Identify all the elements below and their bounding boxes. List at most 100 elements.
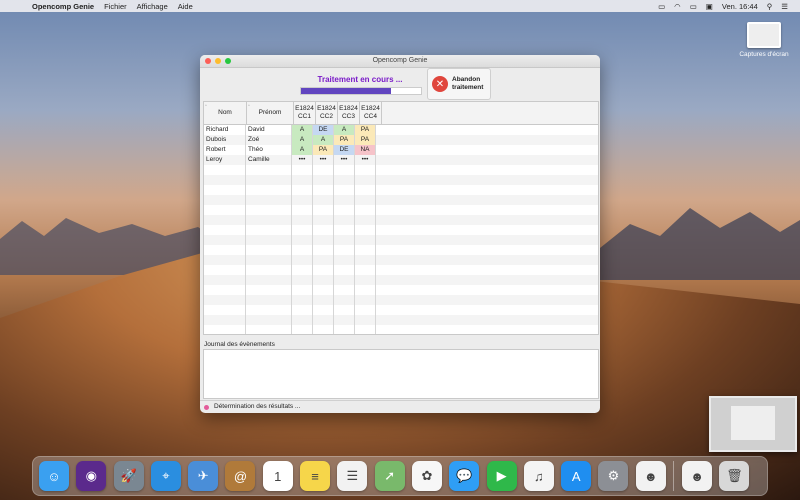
grade-cell[interactable]: A — [334, 125, 355, 135]
airplay-icon[interactable]: ▭ — [658, 2, 665, 11]
cell-nom[interactable]: Dubois — [204, 135, 246, 145]
column-header-prenom[interactable]: ▫ Prénom — [247, 102, 294, 124]
close-window-button[interactable] — [205, 58, 211, 64]
cell-nom[interactable]: Robert — [204, 145, 246, 155]
search-icon[interactable]: ⚲ — [767, 2, 773, 11]
grade-cell[interactable]: ••• — [313, 155, 334, 165]
cell-prenom[interactable]: Zoé — [246, 135, 292, 145]
minimize-window-button[interactable] — [215, 58, 221, 64]
facetime-icon[interactable]: ▶ — [486, 461, 517, 491]
table-row-empty — [204, 235, 598, 245]
menu-aide[interactable]: Aide — [178, 2, 193, 11]
menu-bar: Opencomp Genie Fichier Affichage Aide ▭ … — [0, 0, 800, 12]
cell-nom[interactable]: Leroy — [204, 155, 246, 165]
notes-icon[interactable]: ≡ — [300, 461, 331, 491]
grade-cell[interactable]: DE — [334, 145, 355, 155]
clock[interactable]: Ven. 16:44 — [722, 2, 758, 11]
contacts-icon[interactable]: @ — [225, 461, 256, 491]
finder-icon[interactable]: ☺ — [39, 461, 69, 491]
grade-cell[interactable]: PA — [313, 145, 334, 155]
photos-icon[interactable]: ✿ — [411, 461, 442, 491]
dock-separator — [673, 461, 675, 491]
table-row-empty — [204, 175, 598, 185]
genie-icon[interactable]: ☻ — [635, 461, 666, 491]
table-row-empty — [204, 265, 598, 275]
table-row-empty — [204, 185, 598, 195]
maps-icon[interactable]: ➚ — [374, 461, 405, 491]
table-row[interactable]: Robert Théo A PA DE NA — [204, 145, 598, 155]
menu-fichier[interactable]: Fichier — [104, 2, 127, 11]
window-titlebar[interactable]: Opencomp Genie — [200, 55, 600, 68]
flag-icon[interactable]: ▣ — [706, 2, 713, 11]
app-window: Opencomp Genie Traitement en cours ... ✕… — [200, 55, 600, 413]
zoom-window-button[interactable] — [225, 58, 231, 64]
results-table[interactable]: ▫ Nom ▫ Prénom E1824 CC1 E1824 CC2 E1824 CC3 … — [203, 101, 599, 335]
sort-icon: ▫ — [205, 103, 207, 109]
column-header-cc1[interactable]: E1824 CC1 — [294, 102, 316, 124]
grade-cell[interactable]: DE — [313, 125, 334, 135]
siri-icon[interactable]: ◉ — [76, 461, 107, 491]
control-list-icon[interactable]: ☰ — [781, 2, 788, 11]
progress-fill — [301, 88, 391, 94]
itunes-icon[interactable]: ♫ — [523, 461, 554, 491]
table-row[interactable]: Dubois Zoé A A PA PA — [204, 135, 598, 145]
table-row-empty — [204, 315, 598, 325]
table-row-empty — [204, 285, 598, 295]
table-row-empty — [204, 225, 598, 235]
table-row[interactable]: Leroy Camille ••• ••• ••• ••• — [204, 155, 598, 165]
appstore-icon[interactable]: A — [561, 461, 592, 491]
wifi-icon[interactable]: ◠ — [674, 2, 681, 11]
dock: ☺ ◉ 🚀 ⌖ ✈ @1 ≡ ☰ ➚ ✿ 💬 ▶ ♫ A ⚙ ☻ ☻ 🗑 — [32, 456, 768, 496]
reminders-icon[interactable]: ☰ — [337, 461, 368, 491]
menu-affichage[interactable]: Affichage — [137, 2, 168, 11]
abort-label-line1: Abandon — [452, 76, 481, 83]
grade-cell[interactable]: ••• — [334, 155, 355, 165]
system-preferences-icon[interactable]: ⚙ — [598, 461, 629, 491]
table-body: Richard David A DE A PA Dubois Zoé A A PA PA Robert T… — [204, 125, 598, 334]
mail-icon[interactable]: ✈ — [188, 461, 219, 491]
calendar-icon[interactable]: 1 — [262, 461, 293, 491]
abort-processing-button[interactable]: ✕ Abandon traitement — [427, 68, 491, 100]
cell-prenom[interactable]: Théo — [246, 145, 292, 155]
grade-cell[interactable]: PA — [334, 135, 355, 145]
menu-app-name[interactable]: Opencomp Genie — [32, 2, 94, 11]
grade-cell[interactable]: PA — [355, 135, 376, 145]
screenshot-thumbnail[interactable] — [709, 396, 797, 452]
abort-label-line2: traitement — [452, 84, 484, 91]
thumbnail-window — [731, 406, 775, 440]
column-header-cc3[interactable]: E1824 CC3 — [338, 102, 360, 124]
launchpad-icon[interactable]: 🚀 — [113, 461, 144, 491]
genie-icon-2[interactable]: ☻ — [682, 461, 713, 491]
grade-cell[interactable]: A — [313, 135, 334, 145]
table-row[interactable]: Richard David A DE A PA — [204, 125, 598, 135]
column-header-nom[interactable]: ▫ Nom — [204, 102, 247, 124]
trash-icon[interactable]: 🗑 — [719, 461, 750, 491]
grade-cell[interactable]: A — [292, 125, 313, 135]
progress-label: Traitement en cours ... — [317, 75, 403, 84]
messages-icon[interactable]: 💬 — [449, 461, 480, 491]
table-row-empty — [204, 165, 598, 175]
close-circle-icon: ✕ — [432, 76, 448, 92]
desktop-folder[interactable]: Captures d'écran — [733, 22, 795, 58]
grade-cell[interactable]: A — [292, 145, 313, 155]
column-header-empty — [382, 102, 598, 124]
table-row-empty — [204, 325, 598, 334]
table-row-empty — [204, 205, 598, 215]
column-header-cc4[interactable]: E1824 CC4 — [360, 102, 382, 124]
cell-prenom[interactable]: Camille — [246, 155, 292, 165]
cell-nom[interactable]: Richard — [204, 125, 246, 135]
grade-cell[interactable]: ••• — [292, 155, 313, 165]
grade-cell[interactable]: NA — [355, 145, 376, 155]
table-row-empty — [204, 275, 598, 285]
column-header-cc2[interactable]: E1824 CC2 — [316, 102, 338, 124]
table-row-empty — [204, 245, 598, 255]
grade-cell[interactable]: PA — [355, 125, 376, 135]
battery-icon[interactable]: ▭ — [690, 2, 697, 11]
journal-textarea[interactable] — [203, 349, 599, 399]
status-bar: Détermination des résultats ... — [200, 400, 600, 413]
grade-cell[interactable]: ••• — [355, 155, 376, 165]
grade-cell[interactable]: A — [292, 135, 313, 145]
sort-icon: ▫ — [248, 103, 250, 109]
cell-prenom[interactable]: David — [246, 125, 292, 135]
safari-icon[interactable]: ⌖ — [150, 461, 181, 491]
